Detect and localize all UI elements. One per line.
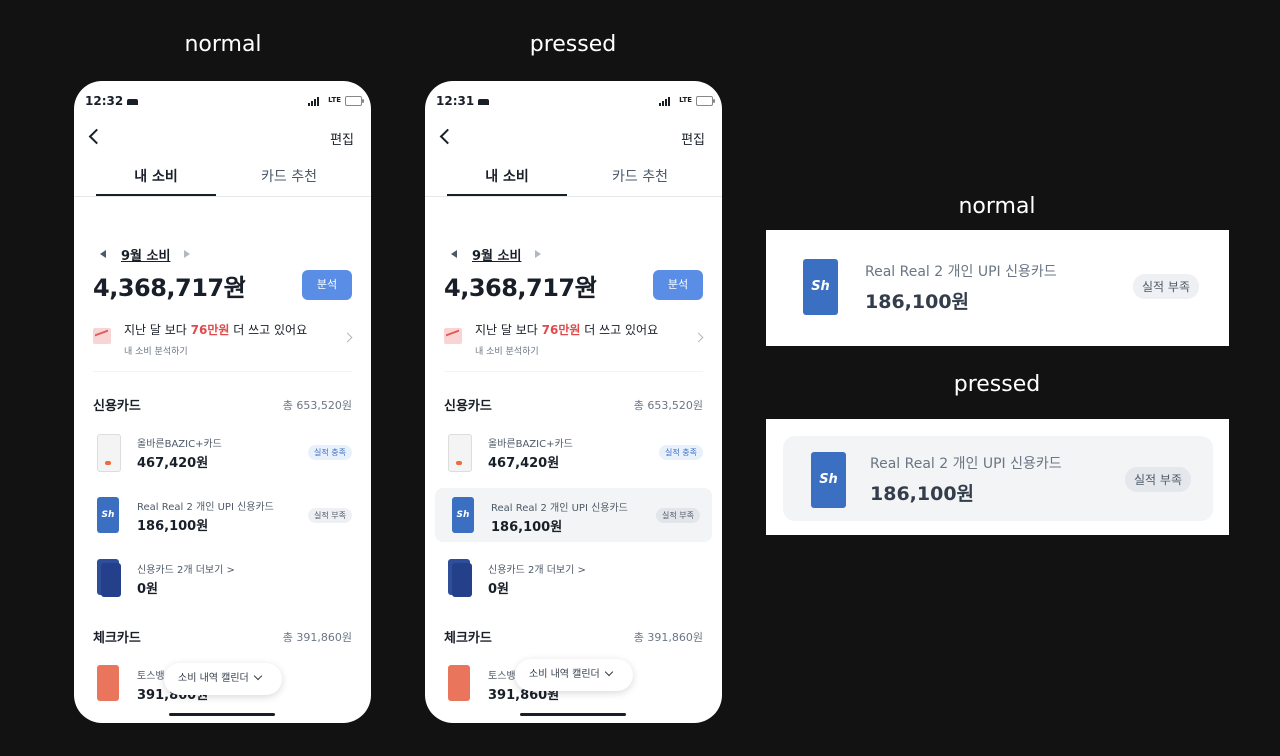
status-badge: 실적 부족 bbox=[308, 508, 352, 523]
card-amount: 467,420원 bbox=[137, 456, 209, 471]
lte-label: LTE bbox=[328, 96, 341, 104]
credit-section-title: 신용카드 bbox=[444, 399, 492, 414]
bed-icon bbox=[478, 98, 490, 105]
total-amount: 4,368,717원 bbox=[93, 274, 246, 302]
card-name[interactable]: 올바른BAZIC+카드 bbox=[137, 435, 222, 450]
analyze-button[interactable]: 분석 bbox=[653, 270, 703, 300]
total-amount: 4,368,717원 bbox=[444, 274, 597, 302]
card-name: Real Real 2 개인 UPI 신용카드 bbox=[491, 503, 628, 514]
insight-text[interactable]: 지난 달 보다 76만원 더 쓰고 있어요 bbox=[475, 321, 658, 338]
back-icon[interactable] bbox=[439, 128, 456, 145]
card-name: Real Real 2 개인 UPI 신용카드 bbox=[870, 456, 1062, 472]
card-stack-image bbox=[97, 559, 121, 597]
battery-icon bbox=[345, 96, 364, 106]
section-divider bbox=[93, 371, 352, 372]
insight-subtext: 내 소비 분석하기 bbox=[475, 347, 539, 357]
card-image: Sh bbox=[97, 497, 119, 533]
credit-section-title: 신용카드 bbox=[93, 399, 141, 414]
home-indicator bbox=[520, 713, 626, 716]
card-amount: 186,100원 bbox=[137, 519, 209, 534]
check-section-total: 총 391,860원 bbox=[282, 631, 352, 644]
edit-button[interactable]: 편집 bbox=[330, 129, 354, 148]
trend-chart-icon bbox=[444, 328, 462, 344]
phone-normal: 12:32 LTE 편집 내 소비 카드 추천 9월 소비 4,368,717원… bbox=[74, 81, 371, 723]
tab-my-spending[interactable]: 내 소비 bbox=[447, 166, 567, 186]
check-section-title: 체크카드 bbox=[93, 631, 141, 646]
month-label[interactable]: 9월 소비 bbox=[121, 245, 170, 264]
card-image: Sh bbox=[803, 259, 838, 315]
card-amount: 186,100원 bbox=[491, 520, 563, 535]
caption-pressed: pressed bbox=[529, 32, 617, 57]
status-badge: 실적 충족 bbox=[659, 445, 703, 460]
card-amount: 186,100원 bbox=[870, 483, 975, 505]
edit-button[interactable]: 편집 bbox=[681, 129, 705, 148]
prev-month-icon[interactable] bbox=[100, 250, 106, 258]
more-cards-link[interactable]: 신용카드 2개 더보기 > bbox=[488, 561, 586, 576]
card-image: Sh bbox=[811, 452, 846, 508]
card-name: Real Real 2 개인 UPI 신용카드 bbox=[865, 264, 1057, 280]
card-name[interactable]: 토스뱅 bbox=[488, 667, 516, 682]
status-badge: 실적 부족 bbox=[1133, 274, 1199, 299]
card-amount: 467,420원 bbox=[488, 456, 560, 471]
card-name[interactable]: 토스뱅 bbox=[137, 667, 165, 682]
analyze-button[interactable]: 분석 bbox=[302, 270, 352, 300]
caption-normal-zoom: normal bbox=[958, 194, 1036, 219]
card-amount: 0원 bbox=[488, 582, 510, 597]
caption-pressed-zoom: pressed bbox=[953, 372, 1041, 397]
card-stack-image bbox=[448, 559, 472, 597]
signal-icon bbox=[308, 97, 322, 106]
chevron-right-icon[interactable] bbox=[342, 332, 353, 343]
phone-pressed: 12:31 LTE 편집 내 소비 카드 추천 9월 소비 4,368,717원… bbox=[425, 81, 722, 723]
chevron-right-icon[interactable] bbox=[693, 332, 704, 343]
tab-divider bbox=[74, 196, 371, 197]
next-month-icon[interactable] bbox=[184, 250, 190, 258]
card-image: Sh bbox=[452, 497, 474, 533]
insight-subtext: 내 소비 분석하기 bbox=[124, 347, 188, 357]
prev-month-icon[interactable] bbox=[451, 250, 457, 258]
tab-my-spending[interactable]: 내 소비 bbox=[96, 166, 216, 186]
card-amount: 0원 bbox=[137, 582, 159, 597]
signal-icon bbox=[659, 97, 673, 106]
bed-icon bbox=[127, 98, 139, 105]
credit-section-total: 총 653,520원 bbox=[633, 399, 703, 412]
calendar-button[interactable]: 소비 내역 캘린더 bbox=[164, 663, 282, 695]
status-badge: 실적 부족 bbox=[656, 508, 700, 523]
check-section-total: 총 391,860원 bbox=[633, 631, 703, 644]
section-divider bbox=[444, 371, 703, 372]
insight-text[interactable]: 지난 달 보다 76만원 더 쓰고 있어요 bbox=[124, 321, 307, 338]
battery-icon bbox=[696, 96, 715, 106]
status-time: 12:31 bbox=[436, 94, 490, 108]
tab-card-recommend[interactable]: 카드 추천 bbox=[580, 166, 700, 186]
tab-card-recommend[interactable]: 카드 추천 bbox=[229, 166, 349, 186]
card-image bbox=[97, 434, 121, 472]
lte-label: LTE bbox=[679, 96, 692, 104]
pressed-card-row[interactable]: Sh Real Real 2 개인 UPI 신용카드 186,100원 실적 부… bbox=[435, 488, 712, 542]
status-badge: 실적 충족 bbox=[308, 445, 352, 460]
calendar-button[interactable]: 소비 내역 캘린더 bbox=[515, 659, 633, 691]
next-month-icon[interactable] bbox=[535, 250, 541, 258]
tab-divider bbox=[425, 196, 722, 197]
zoom-normal-panel: Sh Real Real 2 개인 UPI 신용카드 186,100원 실적 부… bbox=[766, 230, 1229, 346]
more-cards-link[interactable]: 신용카드 2개 더보기 > bbox=[137, 561, 235, 576]
status-time: 12:32 bbox=[85, 94, 139, 108]
card-image bbox=[448, 434, 472, 472]
check-section-title: 체크카드 bbox=[444, 631, 492, 646]
credit-section-total: 총 653,520원 bbox=[282, 399, 352, 412]
trend-chart-icon bbox=[93, 328, 111, 344]
card-name[interactable]: Real Real 2 개인 UPI 신용카드 bbox=[137, 498, 274, 513]
status-badge: 실적 부족 bbox=[1125, 467, 1191, 492]
chevron-down-icon bbox=[253, 671, 263, 681]
zoom-pressed-panel: Sh Real Real 2 개인 UPI 신용카드 186,100원 실적 부… bbox=[766, 419, 1229, 535]
card-amount: 186,100원 bbox=[865, 291, 970, 313]
home-indicator bbox=[169, 713, 275, 716]
caption-normal: normal bbox=[184, 32, 262, 57]
card-image bbox=[448, 665, 470, 701]
chevron-down-icon bbox=[604, 667, 614, 677]
card-image bbox=[97, 665, 119, 701]
card-name[interactable]: 올바른BAZIC+카드 bbox=[488, 435, 573, 450]
month-label[interactable]: 9월 소비 bbox=[472, 245, 521, 264]
back-icon[interactable] bbox=[88, 128, 105, 145]
